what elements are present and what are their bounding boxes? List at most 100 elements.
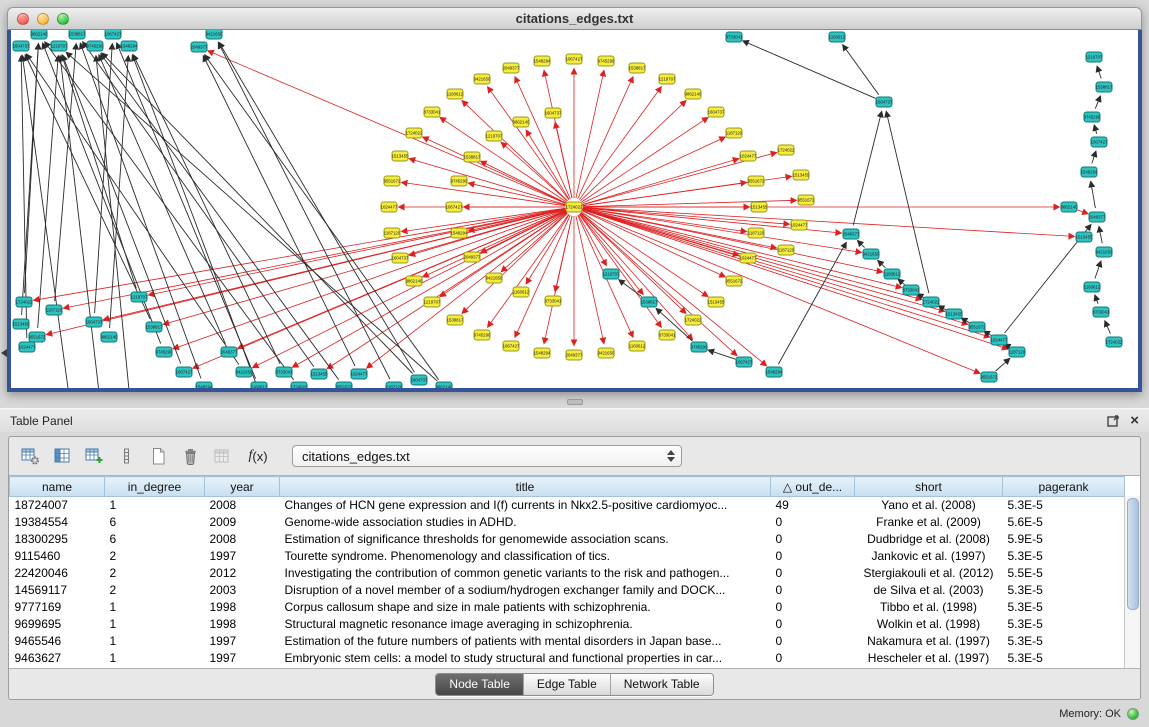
network-edge[interactable]	[205, 55, 439, 380]
network-node[interactable]: 2049377	[464, 252, 481, 262]
table-cell[interactable]: Investigating the contribution of common…	[280, 565, 771, 582]
table-cell[interactable]: Tibbo et al. (1998)	[855, 599, 1003, 616]
network-node[interactable]: 1187120	[386, 382, 403, 388]
network-node[interactable]: 1024477	[740, 253, 757, 263]
network-node[interactable]: 8733041	[1093, 307, 1110, 317]
table-cell[interactable]: 0	[771, 514, 855, 531]
table-cell[interactable]: 6	[105, 531, 205, 548]
network-edge[interactable]	[996, 359, 1010, 371]
network-node[interactable]: 1160612	[1084, 282, 1101, 292]
network-edge[interactable]	[402, 208, 565, 231]
table-cell[interactable]: Corpus callosum shape and size in male p…	[280, 599, 771, 616]
network-node[interactable]: 1067427	[446, 202, 463, 212]
network-node[interactable]: 1219707	[659, 74, 676, 84]
table-row[interactable]: 969969511998Structural magnetic resonanc…	[10, 616, 1125, 633]
table-cell[interactable]: 0	[771, 616, 855, 633]
table-cell[interactable]: Changes of HCN gene expression and I(f) …	[280, 497, 771, 514]
network-edge[interactable]	[878, 261, 886, 268]
table-row[interactable]: 1830029562008Estimation of significance …	[10, 531, 1125, 548]
tab-network-table[interactable]: Network Table	[610, 674, 713, 695]
network-node[interactable]: 1724022	[685, 315, 702, 325]
delete-table-button[interactable]	[177, 444, 204, 469]
network-edge[interactable]	[515, 77, 570, 199]
table-cell[interactable]: 0	[771, 633, 855, 650]
network-edge[interactable]	[1094, 125, 1096, 133]
network-node[interactable]: 1160612	[513, 287, 530, 297]
table-cell[interactable]: 6	[105, 514, 205, 531]
network-node[interactable]: 1067427	[503, 341, 520, 351]
network-node[interactable]: 1219707	[424, 297, 441, 307]
network-node[interactable]: 1067427	[1091, 137, 1108, 147]
table-cell[interactable]: 1998	[205, 599, 280, 616]
network-edge[interactable]	[1091, 182, 1096, 208]
network-edge[interactable]	[164, 210, 566, 325]
table-cell[interactable]: 49	[771, 497, 855, 514]
table-cell[interactable]: Disruption of a novel member of a sodium…	[280, 582, 771, 599]
network-edge[interactable]	[67, 53, 438, 381]
network-window-titlebar[interactable]: citations_edges.txt	[7, 7, 1142, 30]
network-node[interactable]: 9421650	[598, 348, 615, 358]
table-cell[interactable]: 9463627	[10, 650, 105, 667]
collapse-panel-arrow-icon[interactable]	[1, 349, 7, 357]
network-node[interactable]: 2049377	[1089, 212, 1106, 222]
table-cell[interactable]: 9699695	[10, 616, 105, 633]
zoom-window-button[interactable]	[57, 13, 69, 25]
network-edge[interactable]	[962, 318, 970, 322]
table-cell[interactable]: Nakamura et al. (1997)	[855, 633, 1003, 650]
network-node[interactable]: 1067427	[736, 357, 753, 367]
network-node[interactable]: 9551672	[748, 176, 765, 186]
table-cell[interactable]: 2008	[205, 497, 280, 514]
float-panel-icon[interactable]	[1107, 414, 1120, 427]
table-cell[interactable]: 1997	[205, 548, 280, 565]
network-node[interactable]: 9862140	[513, 117, 530, 127]
network-edge[interactable]	[579, 87, 661, 200]
network-node[interactable]: 1067427	[176, 367, 193, 377]
network-edge[interactable]	[488, 214, 569, 327]
network-edge[interactable]	[582, 118, 708, 202]
network-node[interactable]: 9745290	[598, 56, 615, 66]
column-header-year[interactable]: year	[205, 477, 280, 497]
network-edge[interactable]	[1105, 321, 1110, 334]
network-edge[interactable]	[1095, 96, 1100, 108]
scrollbar-thumb[interactable]	[1127, 498, 1139, 610]
table-cell[interactable]: Hescheler et al. (1997)	[855, 650, 1003, 667]
column-header-title[interactable]: title	[280, 477, 771, 497]
table-cell[interactable]: Estimation of significance thresholds fo…	[280, 531, 771, 548]
network-node[interactable]: 1548294	[451, 228, 468, 238]
network-node[interactable]: 1160612	[629, 341, 646, 351]
network-edge[interactable]	[898, 279, 904, 284]
table-cell[interactable]: Embryonic stem cells: a model to study s…	[280, 650, 771, 667]
network-node[interactable]: 1187120	[384, 228, 401, 238]
network-edge[interactable]	[402, 182, 565, 205]
tab-node-table[interactable]: Node Table	[436, 674, 523, 695]
table-cell[interactable]: 9777169	[10, 599, 105, 616]
network-edge[interactable]	[583, 159, 739, 205]
network-edge[interactable]	[581, 213, 686, 313]
network-edge[interactable]	[203, 56, 355, 366]
table-row[interactable]: 946554611997Estimation of the future num…	[10, 633, 1125, 650]
network-node[interactable]: 2049377	[221, 347, 238, 357]
network-node[interactable]: 8733041	[726, 32, 743, 42]
network-node[interactable]: 1024477	[791, 220, 808, 230]
network-node[interactable]: 1538817	[447, 315, 464, 325]
network-edge[interactable]	[25, 55, 150, 319]
network-node[interactable]: 8733041	[903, 285, 920, 295]
network-edge[interactable]	[149, 209, 565, 295]
new-table-button[interactable]	[145, 444, 172, 469]
network-edge[interactable]	[21, 56, 27, 338]
network-edge[interactable]	[1097, 67, 1101, 79]
network-edge[interactable]	[327, 212, 566, 369]
network-edge[interactable]	[1095, 262, 1101, 279]
create-column-button[interactable]	[81, 444, 108, 469]
network-node[interactable]: 1513455	[1076, 232, 1093, 242]
network-node[interactable]: 1024477	[351, 369, 368, 379]
network-node[interactable]: 8733041	[659, 330, 676, 340]
table-cell[interactable]: 5.3E-5	[1003, 599, 1125, 616]
network-node[interactable]: 9745290	[87, 41, 104, 51]
table-cell[interactable]: 19384554	[10, 514, 105, 531]
table-mode-button[interactable]	[17, 444, 44, 469]
network-node[interactable]: 1724022	[778, 145, 795, 155]
network-edge[interactable]	[583, 209, 945, 311]
network-edge[interactable]	[219, 43, 390, 379]
network-edge[interactable]	[576, 71, 604, 198]
